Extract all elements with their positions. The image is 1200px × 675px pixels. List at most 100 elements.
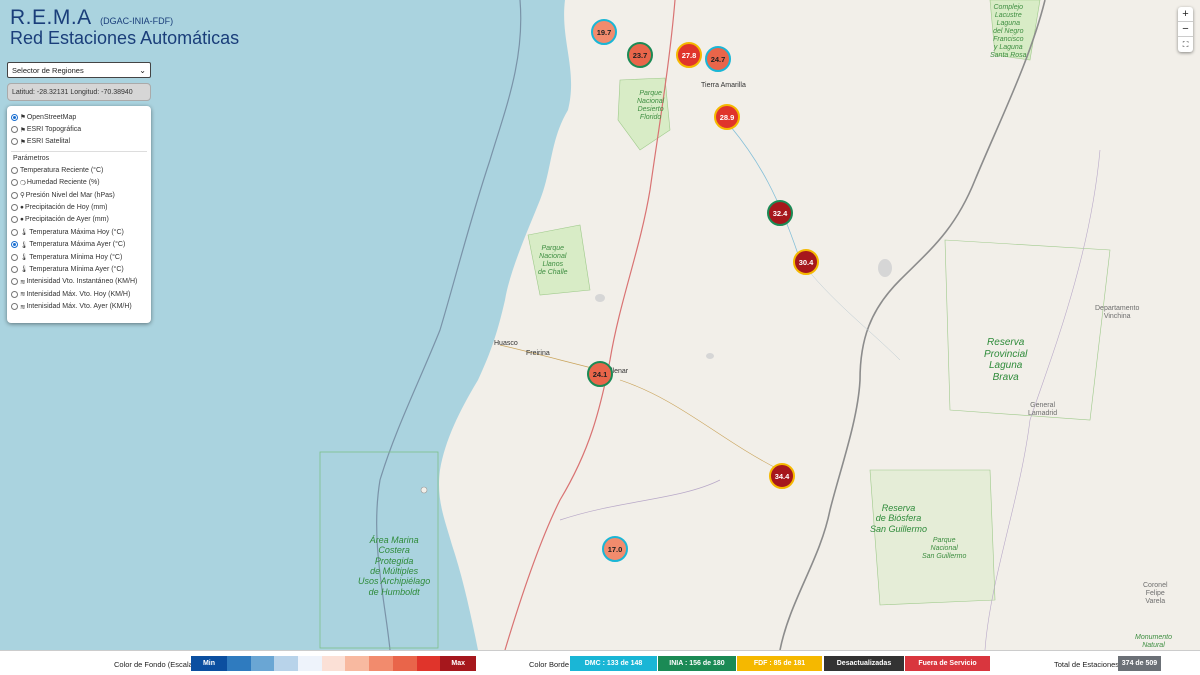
label-huasco: Huasco [494,340,518,347]
thermometer-icon: 🌡 [20,266,29,274]
radio-button[interactable] [11,303,18,311]
dmc-chip-label: DMC : 133 de 148 [584,660,643,667]
radio-button[interactable] [11,113,18,121]
parameter-option[interactable]: ≋ Intenisidad Vto. Instantáneo (KM/H) [11,276,147,288]
radio-button[interactable] [11,253,18,261]
station-marker[interactable]: 27.8 [676,42,702,68]
parameter-option[interactable]: 🌡 Temperatura Mínima Hoy (°C) [11,251,147,263]
radio-button[interactable] [11,204,18,212]
parameter-option[interactable]: 🌡 Temperatura Máxima Ayer (°C) [11,239,147,251]
parameters-title: Parámetros [13,155,50,163]
parameter-option[interactable]: 🌡 Temperatura Máxima Hoy (°C) [11,226,147,238]
station-value: 34.4 [774,471,790,481]
base-layer-option[interactable]: ⚑ ESRI Topográfica [11,123,147,135]
radio-button[interactable] [11,241,18,249]
station-value: 24.7 [710,54,726,64]
inia-chip: INIA : 156 de 180 [658,656,736,671]
radio-button[interactable] [11,166,18,174]
radio-button[interactable] [11,278,18,286]
parameter-option[interactable]: ≋ Intenisidad Máx. Vto. Ayer (KM/H) [11,300,147,312]
station-marker[interactable]: 19.7 [591,19,617,45]
station-marker[interactable]: 17.0 [602,536,628,562]
scale-swatch [274,656,299,671]
station-marker[interactable]: 28.9 [714,104,740,130]
legend-bar: Color de Fondo (Escala) Min Max Color Bor… [0,650,1200,675]
radio-button[interactable] [11,228,18,236]
parameter-label: Temperatura Máxima Ayer (°C) [29,241,126,249]
radio-button[interactable] [11,265,18,273]
layers-panel: ⚑ OpenStreetMap ⚑ ESRI Topográfica ⚑ ESRI Sat… [7,106,151,323]
parameter-option[interactable]: ≋ Intenisidad Máx. Vto. Hoy (KM/H) [11,288,147,300]
base-layer-list: ⚑ OpenStreetMap ⚑ ESRI Topográfica ⚑ ESRI Sat… [11,111,147,148]
drop-icon: ● [20,204,24,212]
label-lamadrid: General Lamadrid [1028,402,1058,418]
base-layer-option[interactable]: ⚑ OpenStreetMap [11,111,147,123]
label-desierto-florido: Parque Nacional Desierto Florido [637,90,665,122]
page-subtitle: (DGAC-INIA-FDF) [100,16,174,26]
label-monumento: Monumento Natural [1135,634,1172,650]
radio-button[interactable] [11,216,18,224]
fullscreen-button[interactable]: ⛶ [1178,37,1193,52]
scale-swatch [369,656,393,671]
dmc-chip: DMC : 133 de 148 [570,656,657,671]
label-san-guillermo-reserva: Reserva de Biósfera San Guillermo [870,503,928,534]
station-marker[interactable]: 30.4 [793,249,819,275]
fdf-chip: FDF : 85 de 181 [737,656,822,671]
scale-swatch [250,656,275,671]
radio-button[interactable] [11,290,18,298]
station-value: 17.0 [607,544,623,554]
wind-icon: ≋ [20,291,26,299]
label-san-guillermo-parque: Parque Nacional San Guillermo [922,537,967,561]
station-marker[interactable]: 24.7 [705,46,731,72]
radio-button[interactable] [11,138,18,146]
out-of-service-chip-label: Fuera de Servicio [918,660,977,667]
region-select[interactable]: Selector de Regiones ⌄ [7,62,151,78]
scale-swatch [392,656,417,671]
zoom-control: + − ⛶ [1178,7,1193,52]
divider [11,151,147,153]
station-value: 24.1 [592,369,608,379]
parameter-label: Humedad Reciente (%) [26,179,100,187]
station-marker[interactable]: 23.7 [627,42,653,68]
thermometer-icon: 🌡 [20,254,29,262]
station-value: 30.4 [798,257,814,267]
parameter-label: Temperatura Máxima Hoy (°C) [29,228,124,236]
station-value: 27.8 [681,50,697,60]
parameter-label: Precipitación de Hoy (mm) [24,204,108,212]
parameter-option[interactable]: Temperatura Reciente (°C) [11,164,147,176]
scale-swatch [227,656,251,671]
label-llanos-challe: Parque Nacional Llanos de Challe [538,245,568,277]
border-color-label: Color Borde [529,660,570,669]
label-vinchina: Departamento Vinchina [1095,305,1140,321]
outdated-chip: Desactualizadas [824,656,904,671]
radio-button[interactable] [11,126,18,134]
label-freirina: Freirina [526,350,550,357]
fdf-chip-label: FDF : 85 de 181 [753,660,806,667]
parameter-option[interactable]: ● Precipitación de Hoy (mm) [11,201,147,213]
station-marker[interactable]: 24.1 [587,361,613,387]
total-stations-badge: 374 de 509 [1118,656,1161,671]
station-marker[interactable]: 34.4 [769,463,795,489]
outdated-chip-label: Desactualizadas [836,660,892,667]
zoom-out-button[interactable]: − [1178,22,1193,37]
parameter-label: Temperatura Mínima Hoy (°C) [29,253,123,261]
parameter-option[interactable]: ⚲ Presión Nivel del Mar (hPas) [11,189,147,201]
coordinates-text: Latitud: -28.32131 Longitud: -70.38940 [12,88,133,96]
scale-swatch [321,656,346,671]
zoom-in-button[interactable]: + [1178,7,1193,22]
station-value: 19.7 [596,27,612,37]
map-view[interactable]: Complejo Lacustre Laguna del Negro Franc… [0,0,1200,650]
radio-button[interactable] [11,179,18,187]
total-stations-label: Total de Estaciones [1054,660,1120,669]
region-select-value: Selector de Regiones [12,65,84,75]
label-humboldt: Área Marina Costera Protegida de Múltipl… [358,535,431,597]
parameter-label: Precipitación de Ayer (mm) [24,216,109,224]
scale-swatch [416,656,441,671]
parameter-option[interactable]: ❍ Humedad Reciente (%) [11,177,147,189]
base-layer-option[interactable]: ⚑ ESRI Satelital [11,136,147,148]
parameter-option[interactable]: 🌡 Temperatura Mínima Ayer (°C) [11,263,147,275]
parameter-option[interactable]: ● Precipitación de Ayer (mm) [11,214,147,226]
station-marker[interactable]: 32.4 [767,200,793,226]
parameter-label: Intenisidad Vto. Instantáneo (KM/H) [26,278,138,286]
radio-button[interactable] [11,191,18,199]
